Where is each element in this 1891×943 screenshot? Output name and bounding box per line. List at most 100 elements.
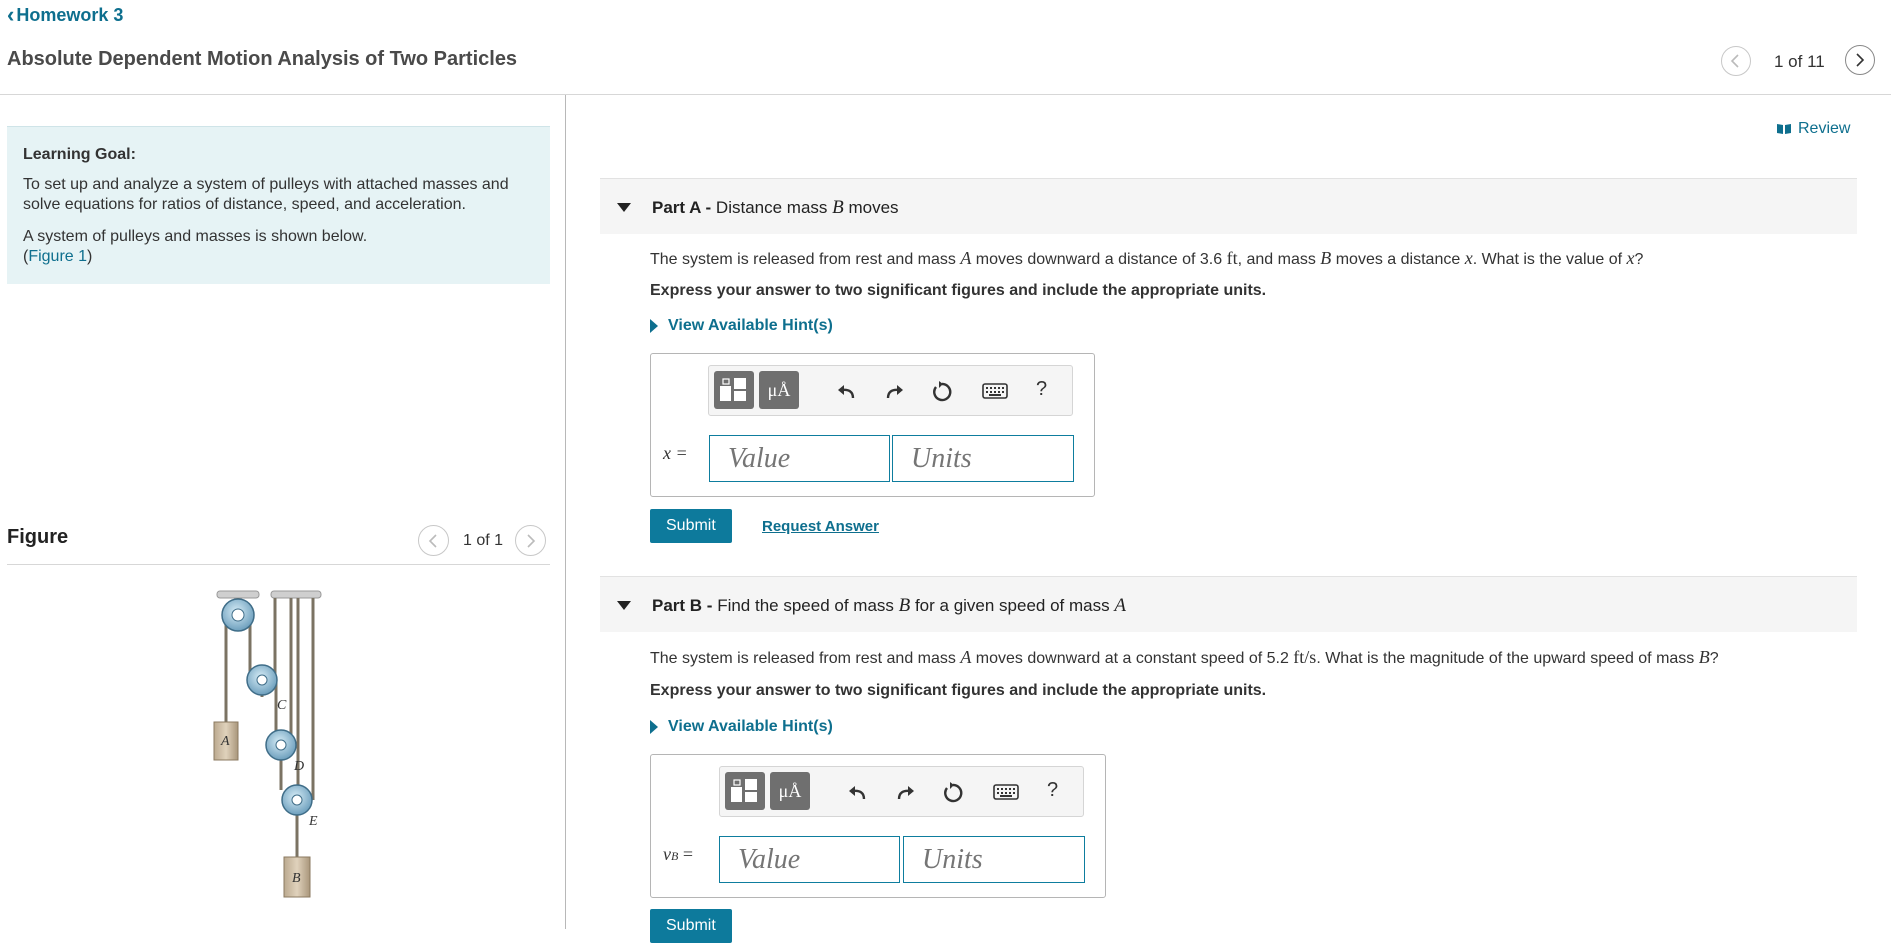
learning-goal-text: To set up and analyze a system of pulley…: [23, 176, 509, 213]
part-a-variable-label: x =: [663, 443, 688, 463]
part-b-instruction: Express your answer to two significant f…: [650, 682, 1267, 699]
part-b-value-input[interactable]: [719, 836, 900, 883]
chevron-left-icon: [1730, 54, 1739, 68]
q-text: ?: [1709, 650, 1719, 667]
q-text: moves downward a distance of 3.6: [971, 251, 1227, 268]
part-b-title: Part B - Find the speed of mass B for a …: [652, 595, 1126, 617]
reset-button[interactable]: [929, 378, 955, 404]
expand-triangle-icon: [650, 720, 658, 734]
chevron-right-icon: [526, 533, 535, 548]
part-a-question: The system is released from rest and mas…: [650, 248, 1643, 269]
var-eq: =: [678, 844, 693, 864]
figure-link-line: (Figure 1): [23, 247, 534, 267]
part-a-instruction: Express your answer to two significant f…: [650, 282, 1267, 299]
part-b-title-mid: for a given speed of mass: [910, 596, 1115, 615]
previous-item-button[interactable]: [1721, 46, 1751, 76]
part-a-title-var: B: [832, 197, 844, 218]
templates-button[interactable]: [714, 371, 754, 409]
next-item-button[interactable]: [1845, 45, 1875, 75]
templates-icon: [731, 779, 757, 802]
q-var: B: [1698, 647, 1710, 667]
part-b-hint-link[interactable]: View Available Hint(s): [650, 718, 833, 736]
book-icon: [1777, 124, 1791, 134]
figure-pager: 1 of 1: [463, 532, 504, 549]
q-var: x: [1464, 248, 1473, 268]
part-a-submit-button[interactable]: Submit: [650, 509, 732, 543]
q-text: The system is released from rest and mas…: [650, 650, 961, 667]
item-pager: 1 of 11: [1774, 52, 1825, 71]
undo-button[interactable]: [845, 779, 871, 805]
part-b-units-input[interactable]: [903, 836, 1085, 883]
units-button[interactable]: μÅ: [759, 371, 799, 409]
part-a-request-answer-link[interactable]: Request Answer: [762, 518, 879, 535]
undo-icon: [838, 385, 855, 399]
hint-label: View Available Hint(s): [668, 718, 833, 735]
learning-goal-panel: Learning Goal: To set up and analyze a s…: [7, 126, 550, 284]
expand-triangle-icon: [650, 319, 658, 333]
templates-button[interactable]: [725, 772, 765, 810]
learning-goal-heading: Learning Goal:: [23, 146, 136, 163]
redo-icon: [886, 385, 903, 399]
q-text: . What is the value of: [1472, 251, 1627, 268]
q-text: moves a distance: [1331, 251, 1465, 268]
part-a-header[interactable]: Part A - Distance mass B moves: [600, 178, 1857, 234]
keyboard-icon: [982, 383, 1008, 399]
page-title: Absolute Dependent Motion Analysis of Tw…: [7, 48, 518, 70]
part-b-variable-label: vB =: [663, 844, 693, 865]
part-b-submit-button[interactable]: Submit: [650, 909, 732, 943]
part-a-title-text: Distance mass: [715, 198, 833, 217]
part-a-answer-box: μÅ ? x =: [650, 353, 1095, 497]
q-text: The system is released from rest and mas…: [650, 251, 961, 268]
label-a: A: [220, 734, 230, 749]
figure-previous-button[interactable]: [418, 525, 449, 556]
part-b-question: The system is released from rest and mas…: [650, 647, 1719, 668]
reset-icon: [933, 381, 952, 402]
keyboard-button[interactable]: [993, 779, 1019, 805]
part-b-header[interactable]: Part B - Find the speed of mass B for a …: [600, 576, 1857, 632]
keyboard-icon: [993, 784, 1019, 800]
chevron-left-icon: ‹: [7, 2, 15, 27]
part-a-value-input[interactable]: [709, 435, 890, 482]
help-button[interactable]: ?: [1036, 378, 1047, 401]
ceiling-support-left: [216, 590, 260, 599]
redo-button[interactable]: [892, 779, 918, 805]
paren-close: ): [87, 248, 93, 265]
redo-button[interactable]: [881, 378, 907, 404]
ropes: [224, 598, 315, 857]
help-button[interactable]: ?: [1047, 779, 1058, 802]
part-a-prefix: Part A -: [652, 198, 716, 217]
units-icon: μÅ: [767, 379, 791, 400]
figure-link[interactable]: Figure 1: [28, 248, 87, 265]
var-v: v: [663, 844, 671, 864]
figure-next-button[interactable]: [515, 525, 546, 556]
redo-icon: [897, 786, 914, 800]
chevron-left-icon: [428, 533, 437, 548]
reset-button[interactable]: [940, 779, 966, 805]
q-var: A: [960, 248, 972, 268]
part-a-units-input[interactable]: [892, 435, 1074, 482]
collapse-triangle-icon: [617, 203, 631, 212]
part-a-title: Part A - Distance mass B moves: [652, 197, 899, 219]
label-d: D: [293, 759, 304, 774]
ceiling-support-right: [270, 590, 322, 599]
units-icon: μÅ: [778, 780, 802, 801]
part-b-prefix: Part B -: [652, 596, 718, 615]
part-a-hint-link[interactable]: View Available Hint(s): [650, 317, 833, 335]
part-a-toolbar: μÅ ?: [708, 365, 1073, 416]
review-label: Review: [1798, 120, 1851, 137]
figure-divider: [7, 564, 550, 565]
back-to-homework-link[interactable]: ‹ Homework 3: [7, 4, 123, 26]
keyboard-button[interactable]: [982, 378, 1008, 404]
label-b: B: [292, 871, 301, 886]
header-divider: [0, 94, 1891, 95]
pulley-e: [281, 784, 313, 816]
undo-button[interactable]: [834, 378, 860, 404]
pulley-c: [246, 664, 278, 696]
units-button[interactable]: μÅ: [770, 772, 810, 810]
templates-icon: [720, 378, 746, 401]
figure-title: Figure: [7, 526, 69, 548]
part-b-title-var2: A: [1114, 595, 1126, 616]
review-link[interactable]: Review: [1776, 120, 1850, 138]
chevron-right-icon: [1856, 53, 1865, 67]
part-b-answer-box: μÅ ? vB =: [650, 754, 1106, 898]
